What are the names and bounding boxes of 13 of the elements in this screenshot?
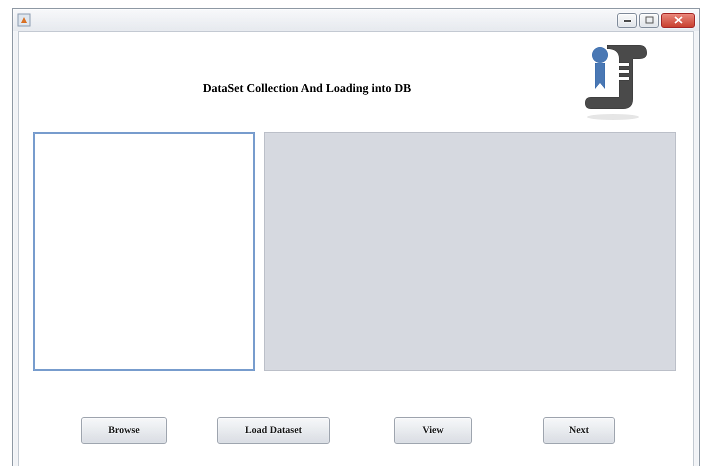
page-title: DataSet Collection And Loading into DB bbox=[202, 80, 412, 96]
app-icon bbox=[17, 13, 31, 27]
view-button[interactable]: View bbox=[394, 417, 472, 444]
minimize-icon bbox=[622, 17, 632, 23]
close-button[interactable] bbox=[661, 12, 695, 28]
minimize-button[interactable] bbox=[617, 12, 637, 28]
load-dataset-button[interactable]: Load Dataset bbox=[217, 417, 330, 444]
maximize-button[interactable] bbox=[639, 12, 659, 28]
close-icon bbox=[674, 16, 682, 24]
next-button[interactable]: Next bbox=[543, 417, 615, 444]
browse-button[interactable]: Browse bbox=[81, 417, 167, 444]
text-area[interactable] bbox=[33, 132, 255, 371]
maximize-icon bbox=[644, 16, 654, 24]
